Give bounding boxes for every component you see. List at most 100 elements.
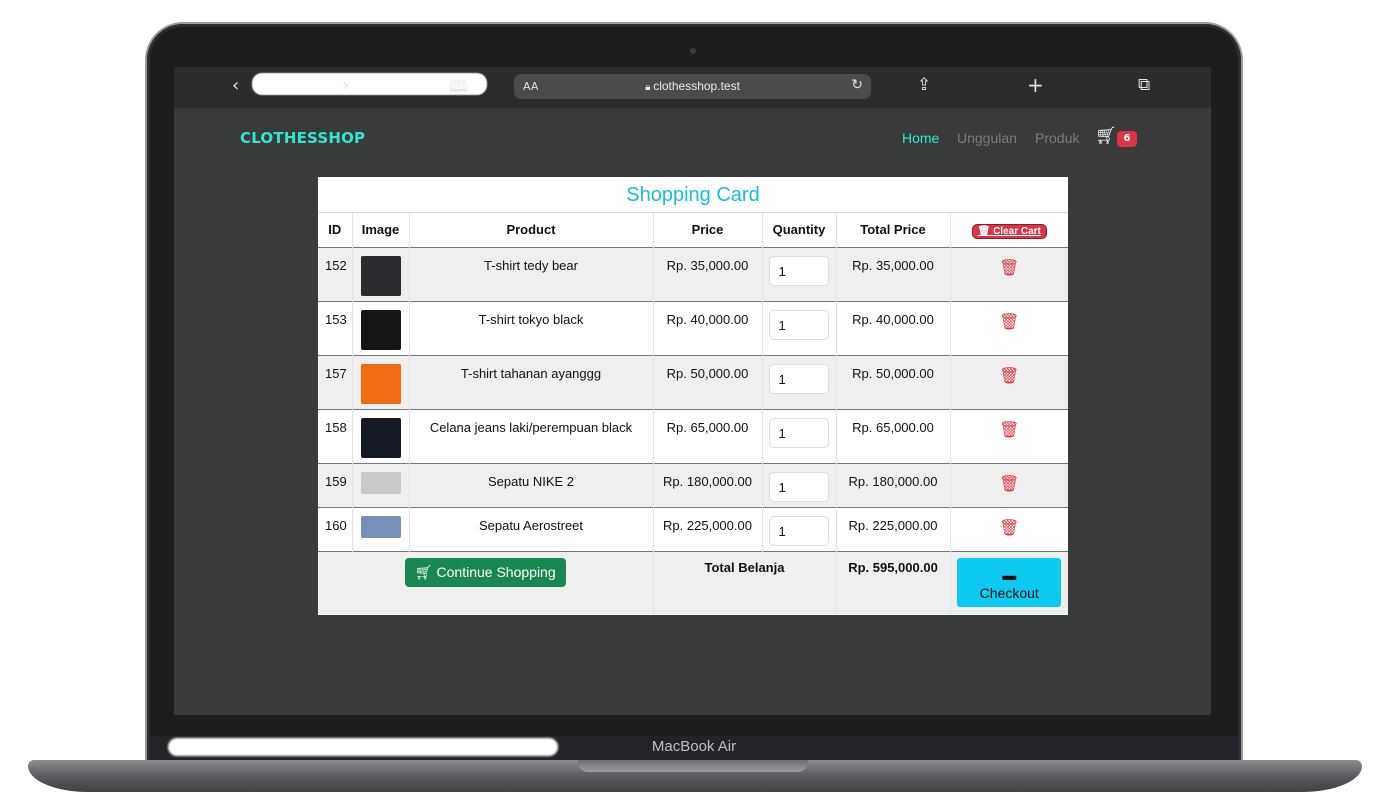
total-price: Rp. 50,000.00 bbox=[836, 355, 951, 409]
price: Rp. 225,000.00 bbox=[653, 507, 763, 551]
back-icon[interactable]: ‹ bbox=[232, 75, 239, 96]
remove-cell: 🗑︎ bbox=[950, 507, 1068, 551]
quantity-input[interactable]: 1 bbox=[768, 363, 829, 394]
table-row: 159 Sepatu NIKE 2 Rp. 180,000.00 1 Rp. 1… bbox=[318, 463, 1068, 507]
quantity-input[interactable]: 1 bbox=[768, 471, 829, 502]
total-price: Rp. 65,000.00 bbox=[836, 409, 951, 463]
new-tab-icon[interactable]: + bbox=[1027, 73, 1044, 97]
table-header-row: ID Image Product Price Quantity Total Pr… bbox=[318, 213, 1068, 247]
site-logo[interactable]: CLOTHESSHOP bbox=[240, 129, 365, 147]
total-price: Rp. 35,000.00 bbox=[836, 247, 951, 301]
checkout-cell: ▬ Checkout bbox=[950, 551, 1068, 614]
lock-icon: 🔒︎ bbox=[645, 82, 654, 93]
remove-cell: 🗑︎ bbox=[950, 463, 1068, 507]
table-row: 158 Celana jeans laki/perempuan black Rp… bbox=[318, 409, 1068, 463]
product-name: T-shirt tokyo black bbox=[409, 301, 654, 355]
cart-table: ID Image Product Price Quantity Total Pr… bbox=[318, 213, 1068, 614]
webcam bbox=[690, 48, 696, 54]
product-thumbnail bbox=[360, 309, 401, 350]
product-name: T-shirt tahanan ayanggg bbox=[409, 355, 654, 409]
clear-cart-cell: 🗑︎ Clear Cart bbox=[950, 213, 1068, 247]
page-title: Shopping Card bbox=[318, 177, 1068, 213]
quantity-cell: 1 bbox=[762, 247, 837, 301]
credit-card-icon: ▬ bbox=[1002, 566, 1017, 583]
product-thumbnail bbox=[360, 471, 401, 494]
address-bar[interactable]: AA 🔒︎ clothesshop.test ↻ bbox=[514, 74, 871, 99]
total-price: Rp. 180,000.00 bbox=[836, 463, 951, 507]
price: Rp. 40,000.00 bbox=[653, 301, 763, 355]
image-cell bbox=[352, 301, 410, 355]
remove-cell: 🗑︎ bbox=[950, 301, 1068, 355]
continue-cell: 🛒︎ Continue Shopping bbox=[318, 551, 654, 614]
product-name: Sepatu NIKE 2 bbox=[409, 463, 654, 507]
cart-icon[interactable]: 🛒︎ bbox=[1095, 126, 1117, 146]
trash-icon: 🗑︎ bbox=[977, 225, 991, 237]
remove-cell: 🗑︎ bbox=[950, 409, 1068, 463]
delete-item-icon[interactable]: 🗑︎ bbox=[999, 476, 1019, 493]
table-row: 152 T-shirt tedy bear Rp. 35,000.00 1 Rp… bbox=[318, 247, 1068, 301]
device-label: MacBook Air bbox=[651, 738, 737, 755]
total-price: Rp. 40,000.00 bbox=[836, 301, 951, 355]
row-id: 160 bbox=[318, 507, 353, 551]
column-header: Image bbox=[352, 213, 410, 247]
quantity-input[interactable]: 1 bbox=[768, 515, 829, 546]
shopping-cart-panel: Shopping Card ID Image Product Price Qua… bbox=[318, 177, 1068, 615]
product-thumbnail bbox=[360, 417, 401, 458]
table-row: 157 T-shirt tahanan ayanggg Rp. 50,000.0… bbox=[318, 355, 1068, 409]
product-name: Celana jeans laki/perempuan black bbox=[409, 409, 654, 463]
image-cell bbox=[352, 355, 410, 409]
table-row: 153 T-shirt tokyo black Rp. 40,000.00 1 … bbox=[318, 301, 1068, 355]
cart-count-badge: 6 bbox=[1117, 131, 1137, 147]
checkout-button[interactable]: ▬ Checkout bbox=[957, 557, 1062, 607]
row-id: 159 bbox=[318, 463, 353, 507]
cart-plus-icon: 🛒︎ bbox=[414, 563, 433, 580]
quantity-cell: 1 bbox=[762, 507, 837, 551]
image-cell bbox=[352, 409, 410, 463]
column-header: Product bbox=[409, 213, 654, 247]
forward-icon[interactable]: › bbox=[342, 75, 349, 96]
row-id: 153 bbox=[318, 301, 353, 355]
quantity-cell: 1 bbox=[762, 355, 837, 409]
image-cell bbox=[352, 507, 410, 551]
price: Rp. 50,000.00 bbox=[653, 355, 763, 409]
continue-shopping-button[interactable]: 🛒︎ Continue Shopping bbox=[404, 557, 566, 587]
nav-produk[interactable]: Produk bbox=[1035, 130, 1079, 146]
cart-footer-row: 🛒︎ Continue Shopping Total Belanja Rp. 5… bbox=[318, 551, 1068, 614]
table-row: 160 Sepatu Aerostreet Rp. 225,000.00 1 R… bbox=[318, 507, 1068, 551]
column-header: Quantity bbox=[762, 213, 837, 247]
browser-toolbar: ‹ › 🕮 AA 🔒︎ clothesshop.test ↻ ⇪ + ⧉ bbox=[174, 67, 1211, 108]
price: Rp. 65,000.00 bbox=[653, 409, 763, 463]
column-header: Price bbox=[653, 213, 763, 247]
laptop-mockup: MacBook Air ‹ › 🕮 AA 🔒︎ clothesshop.test… bbox=[0, 0, 1388, 812]
grand-total: Rp. 595,000.00 bbox=[836, 551, 951, 614]
quantity-input[interactable]: 1 bbox=[768, 309, 829, 340]
tabs-overview-icon[interactable]: ⧉ bbox=[1138, 75, 1150, 95]
reload-icon[interactable]: ↻ bbox=[851, 77, 863, 93]
bookmarks-icon[interactable]: 🕮 bbox=[449, 76, 468, 103]
browser-screen: ‹ › 🕮 AA 🔒︎ clothesshop.test ↻ ⇪ + ⧉ CLO… bbox=[174, 67, 1211, 715]
quantity-input[interactable]: 1 bbox=[768, 255, 829, 286]
column-header: ID bbox=[318, 213, 353, 247]
quantity-cell: 1 bbox=[762, 463, 837, 507]
delete-item-icon[interactable]: 🗑︎ bbox=[999, 260, 1019, 277]
laptop-notch bbox=[578, 760, 808, 772]
price: Rp. 180,000.00 bbox=[653, 463, 763, 507]
product-name: Sepatu Aerostreet bbox=[409, 507, 654, 551]
row-id: 152 bbox=[318, 247, 353, 301]
column-header: Total Price bbox=[836, 213, 951, 247]
image-cell bbox=[352, 247, 410, 301]
delete-item-icon[interactable]: 🗑︎ bbox=[999, 314, 1019, 331]
share-icon[interactable]: ⇪ bbox=[917, 75, 931, 95]
clear-cart-button[interactable]: 🗑︎ Clear Cart bbox=[972, 224, 1046, 238]
quantity-cell: 1 bbox=[762, 409, 837, 463]
product-thumbnail bbox=[360, 515, 401, 538]
delete-item-icon[interactable]: 🗑︎ bbox=[999, 368, 1019, 385]
quantity-input[interactable]: 1 bbox=[768, 417, 829, 448]
delete-item-icon[interactable]: 🗑︎ bbox=[999, 520, 1019, 537]
total-label: Total Belanja bbox=[653, 551, 837, 614]
remove-cell: 🗑︎ bbox=[950, 355, 1068, 409]
delete-item-icon[interactable]: 🗑︎ bbox=[999, 422, 1019, 439]
total-price: Rp. 225,000.00 bbox=[836, 507, 951, 551]
nav-home[interactable]: Home bbox=[902, 130, 939, 146]
nav-unggulan[interactable]: Unggulan bbox=[957, 130, 1017, 146]
